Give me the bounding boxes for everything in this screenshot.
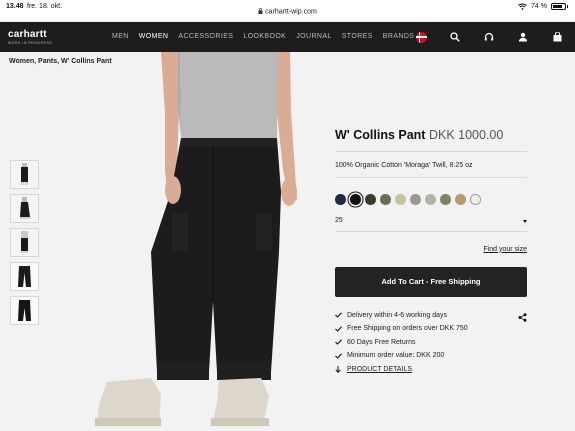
nav-icons	[413, 29, 565, 45]
color-swatches	[335, 194, 527, 205]
material-divider	[335, 177, 527, 178]
check-icon	[335, 312, 347, 319]
product-details-link[interactable]: PRODUCT DETAILS	[335, 363, 527, 377]
nav-lookbook[interactable]: LOOKBOOK	[243, 33, 286, 40]
nav-menu: MEN WOMEN ACCESSORIES LOOKBOOK JOURNAL S…	[112, 33, 414, 40]
thumbnail-gallery	[10, 160, 39, 325]
size-divider	[335, 230, 527, 232]
product-title: W' Collins Pant DKK 1000.00	[335, 128, 527, 142]
status-indicators: 74 %	[518, 3, 568, 10]
battery-cap	[567, 5, 568, 8]
wifi-icon	[518, 3, 527, 10]
nav-men[interactable]: MEN	[112, 33, 129, 40]
check-icon	[335, 339, 347, 346]
main-navbar: carhartt WORK IN PROGRESS MEN WOMEN ACCE…	[0, 22, 575, 52]
feature-item: Free Shipping on orders over DKK 750	[335, 322, 527, 336]
color-swatch[interactable]	[365, 194, 376, 205]
color-swatch-selected[interactable]	[350, 194, 361, 205]
user-icon[interactable]	[515, 29, 531, 45]
feature-item: Delivery within 4-6 working days	[335, 309, 527, 323]
carhartt-logo[interactable]: carhartt WORK IN PROGRESS	[8, 29, 52, 45]
thumbnail-flat-back[interactable]	[10, 296, 39, 325]
search-icon[interactable]	[447, 29, 463, 45]
product-features: Delivery within 4-6 working days Free Sh…	[335, 309, 527, 377]
battery-percent: 74 %	[531, 3, 547, 10]
nav-journal[interactable]: JOURNAL	[296, 33, 331, 40]
add-to-cart-button[interactable]: Add To Cart - Free Shipping	[335, 266, 527, 297]
color-swatch[interactable]	[335, 194, 346, 205]
product-info: W' Collins Pant DKK 1000.00 100% Organic…	[335, 128, 527, 376]
status-bar: 13.48 fre. 18. okt. carhartt-wip.com 74 …	[0, 0, 575, 20]
color-swatch[interactable]	[440, 194, 451, 205]
shopping-bag-icon[interactable]	[549, 29, 565, 45]
thumbnail-front[interactable]	[10, 160, 39, 189]
feature-item: Minimum order value: DKK 200	[335, 349, 527, 363]
color-swatch[interactable]	[410, 194, 421, 205]
find-your-size-link[interactable]: Find your size	[335, 246, 527, 253]
logo-tagline: WORK IN PROGRESS	[8, 41, 53, 45]
thumbnail-back[interactable]	[10, 228, 39, 257]
headset-icon[interactable]	[481, 29, 497, 45]
color-swatch[interactable]	[470, 194, 481, 205]
product-name: W' Collins Pant	[335, 128, 426, 142]
check-icon	[335, 353, 347, 359]
check-icon	[335, 326, 347, 332]
address-bar[interactable]: carhartt-wip.com	[0, 8, 575, 16]
nav-women[interactable]: WOMEN	[139, 33, 169, 40]
share-icon[interactable]	[518, 309, 527, 327]
title-divider	[335, 151, 527, 152]
danish-flag-icon[interactable]	[413, 29, 429, 45]
color-swatch[interactable]	[380, 194, 391, 205]
product-price: DKK 1000.00	[428, 128, 504, 142]
arrow-down-icon	[335, 365, 347, 373]
color-swatch[interactable]	[455, 194, 466, 205]
nav-stores[interactable]: STORES	[342, 33, 373, 40]
nav-accessories[interactable]: ACCESSORIES	[178, 33, 233, 40]
selected-size: 25	[335, 216, 343, 224]
color-swatch[interactable]	[395, 194, 406, 205]
feature-item: 60 Days Free Returns	[335, 336, 527, 350]
battery-icon	[551, 3, 566, 10]
lock-icon	[258, 8, 263, 14]
chevron-down-icon	[523, 219, 527, 223]
url-text: carhartt-wip.com	[265, 8, 317, 16]
logo-wordmark: carhartt	[8, 29, 47, 40]
size-select[interactable]: 25	[335, 217, 527, 229]
thumbnail-flat-front[interactable]	[10, 262, 39, 291]
color-swatch[interactable]	[425, 194, 436, 205]
product-image[interactable]	[85, 52, 315, 431]
thumbnail-side[interactable]	[10, 194, 39, 223]
product-material: 100% Organic Cotton 'Moraga' Twill, 8.25…	[335, 162, 473, 169]
nav-brands[interactable]: BRANDS	[383, 33, 415, 40]
